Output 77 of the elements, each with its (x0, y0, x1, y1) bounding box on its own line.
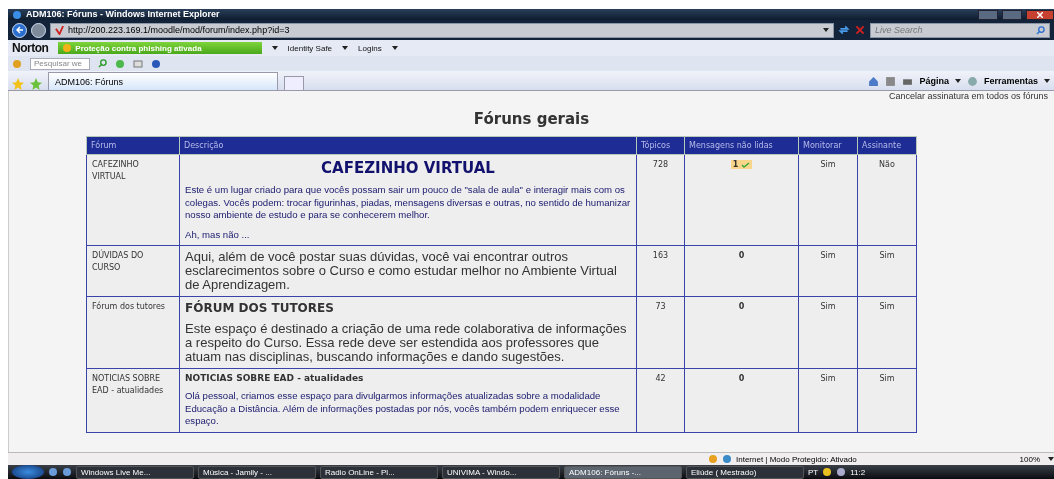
description-text: Olá pessoal, criamos esse espaço para divulgarmos informações atualizadas sobre a modalidade Educação a Distância. Além de informações postadas por nós, vocês também podem enriquecer esse espaço. (185, 390, 621, 428)
back-arrow-icon (15, 26, 24, 34)
description-text: Ah, mas não ... (185, 228, 251, 241)
back-button[interactable] (12, 22, 27, 38)
home-icon (868, 75, 880, 87)
description-heading: FÓRUM DOS TUTORES (185, 301, 335, 315)
column-header[interactable]: Fórum (86, 136, 180, 155)
page-title: Fóruns gerais (473, 110, 590, 128)
caret-icon[interactable] (1048, 457, 1054, 461)
caret-icon[interactable] (391, 46, 398, 50)
taskbar-button[interactable]: Radio OnLine - Pl... (320, 465, 438, 479)
mail-icon (133, 58, 143, 69)
description-heading: NOTICIAS SOBRE EAD - atualidades (185, 373, 365, 383)
taskbar-button[interactable]: Windows Live Me... (76, 465, 194, 479)
norton-check-icon (55, 25, 64, 35)
track-value[interactable]: Sim (804, 250, 852, 262)
taskbar-button[interactable]: UNIVIMA - Windo... (442, 465, 560, 479)
add-favorite-icon (30, 78, 42, 90)
description-text: Este espaço é destinado a criação de uma rede colaborativa de informações a respeito do Curso. Essa rede deve ser estendida aos professores que atuam nas disciplinas, buscando informações e dando sugestões. (185, 322, 628, 364)
column-header[interactable]: Tópicos (636, 136, 685, 155)
caret-icon[interactable] (342, 46, 349, 50)
forward-button[interactable] (31, 22, 46, 38)
address-field[interactable]: http://200.223.169.1/moodle/mod/forum/index.php?id=3 (50, 22, 834, 38)
maximize-button[interactable] (1002, 9, 1022, 20)
track-value[interactable]: Sim (804, 159, 852, 171)
unread-count[interactable]: 0 (736, 251, 747, 260)
web-search-field[interactable]: Pesquisar we (30, 57, 90, 70)
window-title: ADM106: Fóruns - Windows Internet Explorer (26, 9, 221, 20)
search-icon (98, 59, 107, 68)
caret-icon[interactable] (271, 46, 278, 50)
norton-logo: Norton (12, 41, 49, 55)
subscribed-value[interactable]: Sim (863, 373, 911, 385)
page-menu[interactable]: Página (919, 76, 949, 86)
subscribed-value[interactable]: Sim (863, 250, 911, 262)
topic-count: 163 (651, 250, 670, 262)
favorites-star-icon (12, 78, 24, 90)
unsubscribe-link[interactable]: Cancelar assinatura em todos os fóruns (888, 91, 1048, 101)
close-icon (1037, 11, 1043, 18)
subscribed-value[interactable]: Sim (863, 301, 911, 313)
topic-count: 42 (654, 373, 667, 385)
track-value[interactable]: Sim (804, 301, 852, 313)
language-indicator[interactable]: PT (808, 467, 819, 477)
minimize-button[interactable] (978, 9, 998, 20)
subscribed-value[interactable]: Não (863, 159, 911, 171)
tools-menu[interactable]: Ferramentas (983, 76, 1038, 86)
identity-safe-button[interactable]: Identity Safe (287, 43, 333, 53)
stop-icon (854, 24, 866, 36)
taskbar-button[interactable]: Música - Jamily - ... (198, 465, 316, 479)
caret-icon[interactable] (954, 79, 961, 83)
caret-icon[interactable] (823, 28, 829, 32)
description-heading: CAFEZINHO VIRTUAL (320, 159, 496, 177)
unread-count[interactable]: 0 (736, 374, 747, 383)
description-text: Aqui, além de você postar suas dúvidas, você vai encontrar outros esclarecimentos sobre o Curso e como estudar melhor no Ambiente Virtual de Aprendizagem. (185, 250, 618, 292)
zoom-level[interactable]: 100% (1019, 454, 1040, 464)
unread-count[interactable]: 1 (730, 160, 753, 169)
topic-count: 73 (654, 301, 667, 313)
taskbar-button[interactable]: Eliúde ( Mestrado) (686, 465, 804, 479)
track-value[interactable]: Sim (804, 373, 852, 385)
close-button[interactable] (1026, 9, 1054, 20)
column-header[interactable]: Assinante (857, 136, 917, 155)
feed-icon (885, 75, 897, 87)
taskbar-button[interactable]: ADM106: Fóruns -... (564, 465, 682, 479)
description-text: Este é um lugar criado para que vocês possam sair um pouco de "sala de aula" e interagir mais com os colegas. Vocês podem: trocar figurinhas, piadas, mensagens diversas e outras, no sentido de humanizar nosso ambiente de estudo e para se conhecerem melhor. (185, 184, 631, 222)
column-header[interactable]: Descrição (179, 136, 637, 155)
clock: 11:2 (850, 467, 866, 477)
column-header[interactable]: Monitorar (798, 136, 858, 155)
refresh-icon (838, 24, 850, 36)
start-button[interactable] (12, 465, 44, 479)
column-header[interactable]: Mensagens não lidas (684, 136, 799, 155)
caret-icon[interactable] (1044, 79, 1050, 83)
search-icon (1036, 25, 1045, 35)
logins-button[interactable]: Logins (358, 43, 382, 53)
topic-count: 728 (651, 159, 670, 171)
unread-count[interactable]: 0 (736, 302, 747, 311)
security-zone: Internet | Modo Protegido: Ativado (736, 454, 857, 464)
forum-link[interactable]: Fórum dos tutores (92, 301, 174, 313)
browser-tab[interactable]: ADM106: Fóruns (48, 72, 278, 90)
